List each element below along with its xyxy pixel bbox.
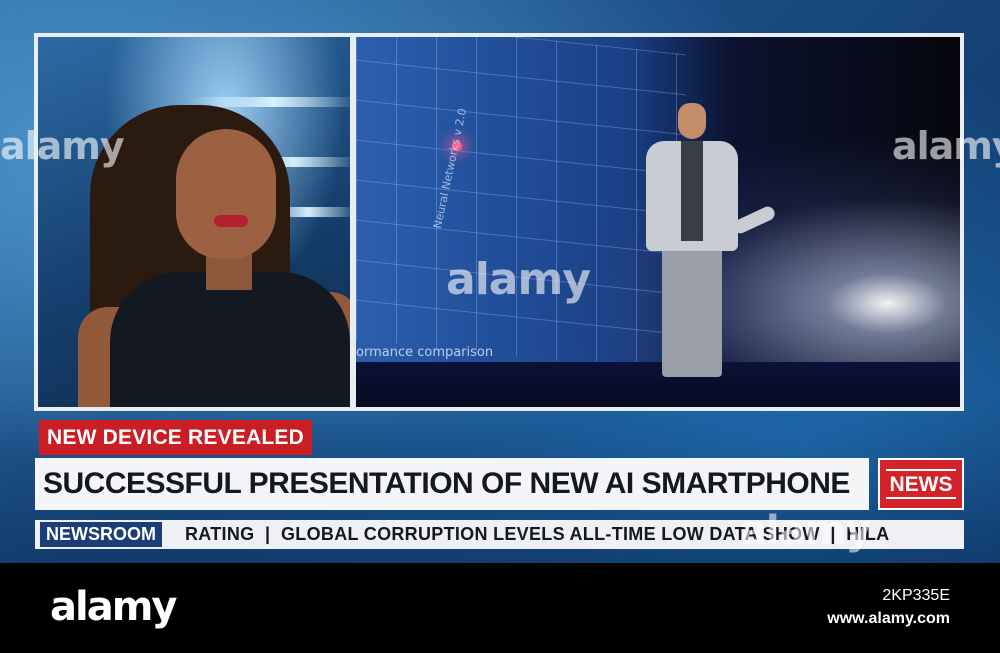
presenter-shirt	[681, 141, 703, 241]
watermark-ticker: alamy	[740, 508, 871, 554]
ticker-label: NEWSROOM	[40, 522, 162, 547]
site-url: www.alamy.com	[827, 610, 950, 627]
anchor-face	[176, 129, 276, 259]
news-logo-badge: NEWS	[878, 458, 964, 510]
presentation-video-panel: Neural Networks v 2.0 ormance comparison	[356, 37, 960, 407]
presenter-legs	[662, 247, 722, 377]
anchor-dress	[110, 272, 350, 407]
watermark-left: alamy	[0, 124, 125, 168]
watermark-center: alamy	[446, 254, 591, 305]
headline-bar: SUCCESSFUL PRESENTATION OF NEW AI SMARTP…	[35, 458, 869, 510]
projection-grid	[356, 37, 686, 375]
projection-screen-caption: ormance comparison	[356, 345, 494, 360]
image-id: 2KP335E	[882, 587, 950, 604]
anchor-lips	[214, 215, 248, 227]
stage-floor	[356, 362, 960, 407]
alamy-logo: alamy	[50, 584, 177, 630]
breaking-tag: NEW DEVICE REVEALED	[39, 420, 312, 455]
watermark-right: alamy	[892, 124, 1000, 168]
presenter-head	[678, 103, 706, 139]
news-anchor-video-panel	[38, 37, 350, 407]
